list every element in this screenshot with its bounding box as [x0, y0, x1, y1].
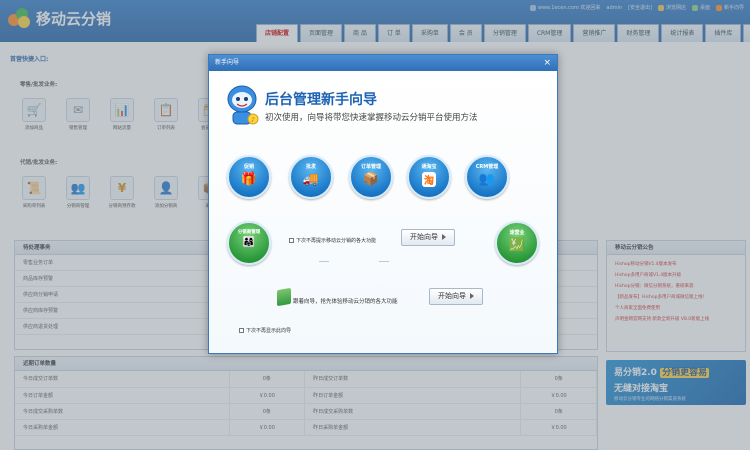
gift-icon: 🎁	[240, 172, 258, 187]
checkbox-label: 下次不再提示移动云分销的各大功能	[296, 238, 377, 244]
package-icon: 📦	[362, 172, 380, 187]
divider	[379, 261, 389, 264]
feature-label: 促销	[243, 164, 254, 170]
start-guide-button-2[interactable]: 开始向导	[429, 288, 483, 305]
feature-label: 通淘宝	[421, 164, 437, 170]
hide-guide-checkbox[interactable]: 下次不再显示此向导	[239, 327, 291, 334]
guide-dialog: 新手向导 × ♪ 后台管理新手向导 初次使用，向导将带您快速掌握移动云分销平台使…	[208, 54, 558, 354]
taobao-icon: 淘	[422, 172, 436, 187]
truck-icon: 🚚	[302, 172, 320, 187]
follow-guide-text: 跟着向导，抢先体验移动云分销的各大功能	[293, 299, 398, 305]
mascot-icon: ♪	[227, 85, 259, 125]
feature-quick-sales[interactable]: 速营业 💹	[495, 221, 539, 265]
feature-crm[interactable]: CRM管理 👥	[465, 155, 509, 199]
checkbox-box[interactable]	[239, 328, 244, 333]
start-guide-button-1[interactable]: 开始向导	[401, 229, 455, 246]
button-label: 开始向导	[410, 233, 438, 241]
play-icon	[470, 293, 474, 299]
feature-taobao[interactable]: 通淘宝 淘	[407, 155, 451, 199]
feature-promotion[interactable]: 促销 🎁	[227, 155, 271, 199]
feature-label: 速营业	[509, 230, 525, 236]
svg-text:♪: ♪	[251, 117, 255, 124]
feature-order-manage[interactable]: 订单管理 📦	[349, 155, 393, 199]
crm-users-icon: 👥	[478, 172, 496, 187]
sales-icon: 💹	[508, 238, 526, 253]
group-icon: 👨‍👩‍👧	[242, 237, 256, 248]
dialog-heading: 后台管理新手向导	[265, 92, 377, 108]
feature-label: 分销商管理	[237, 230, 261, 235]
feature-wholesale[interactable]: 批发 🚚	[289, 155, 333, 199]
button-label: 开始向导	[438, 292, 466, 300]
hide-features-checkbox[interactable]: 下次不再提示移动云分销的各大功能	[289, 237, 376, 244]
play-icon	[442, 234, 446, 240]
close-icon[interactable]: ×	[543, 55, 551, 71]
checkbox-box[interactable]	[289, 238, 294, 243]
checkbox-label: 下次不再显示此向导	[246, 328, 292, 334]
book-icon	[277, 287, 291, 307]
feature-label: 批发	[305, 164, 316, 170]
divider	[319, 261, 329, 264]
feature-label: CRM管理	[475, 164, 499, 170]
dialog-body: ♪ 后台管理新手向导 初次使用，向导将带您快速掌握移动云分销平台使用方法 促销 …	[209, 71, 557, 353]
feature-distributor[interactable]: 分销商管理 👨‍👩‍👧	[227, 221, 271, 265]
dialog-titlebar[interactable]: 新手向导 ×	[209, 55, 557, 71]
dialog-title: 新手向导	[215, 59, 240, 66]
feature-label: 订单管理	[360, 164, 381, 170]
dialog-subheading: 初次使用，向导将带您快速掌握移动云分销平台使用方法	[265, 113, 478, 123]
